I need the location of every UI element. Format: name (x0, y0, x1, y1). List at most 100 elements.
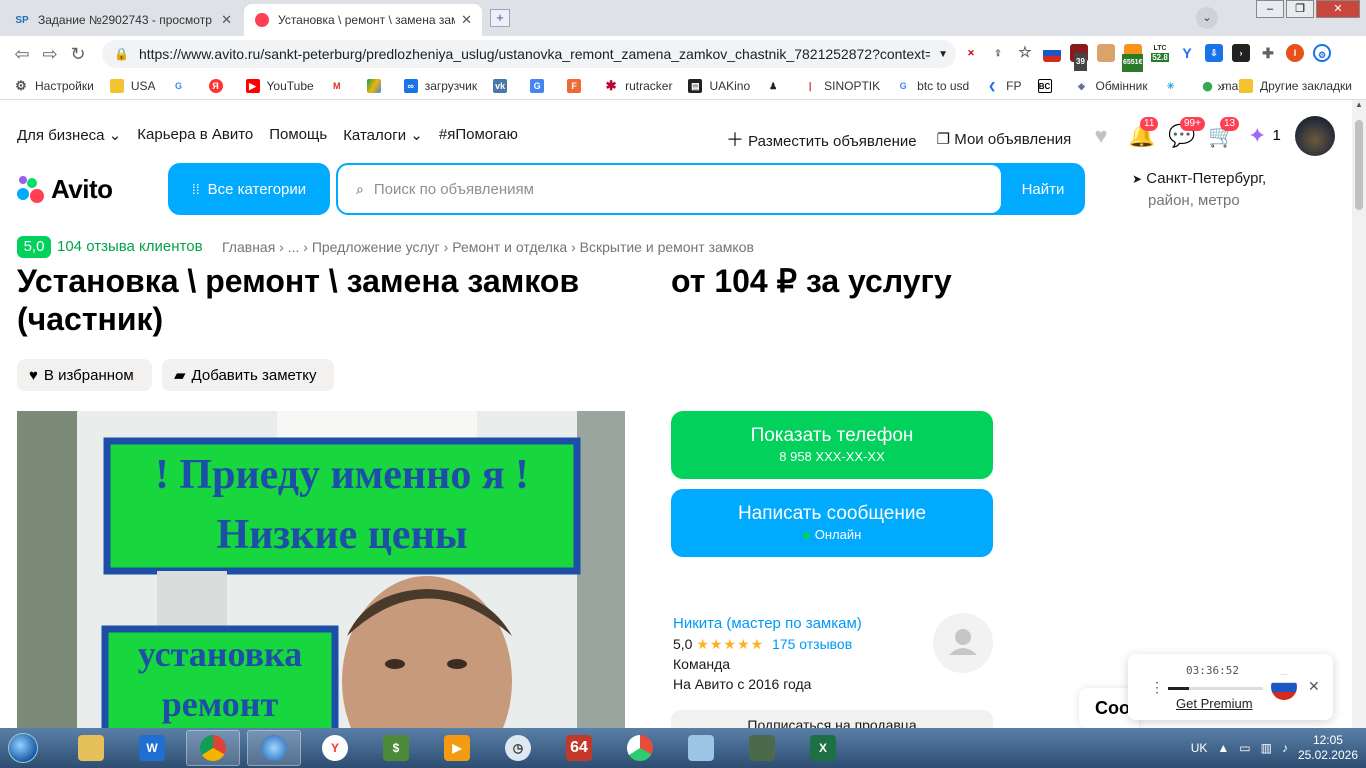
favorite-button[interactable]: ♥ В избранном (17, 359, 152, 391)
bookmark-youtube[interactable]: ▶ YouTube (245, 78, 314, 93)
user-avatar[interactable] (1294, 116, 1335, 156)
taskbar-notebook-app[interactable] (674, 730, 728, 766)
bookmark-uakino[interactable]: ▤ UAKino (688, 78, 750, 93)
y-extension-icon[interactable]: Y (1178, 44, 1196, 62)
search-button[interactable]: Найти (1001, 163, 1085, 215)
coins-icon[interactable]: ✦ 1 (1248, 123, 1281, 149)
seller-avatar[interactable] (933, 613, 993, 673)
avito-logo[interactable]: Avito (17, 174, 113, 205)
write-message-button[interactable]: Написать сообщение Онлайн (671, 489, 993, 557)
other-bookmarks[interactable]: Другие закладки (1260, 79, 1352, 93)
bookmark-yandex[interactable]: Я (208, 78, 230, 93)
listing-photo[interactable]: ! Приеду именно я ! Низкие цены установк… (17, 411, 625, 728)
battery-icon[interactable]: ▭ (1239, 741, 1250, 755)
breadcrumb[interactable]: Главная › ... › Предложение услуг › Ремо… (222, 239, 754, 255)
bookmark-f[interactable]: F (567, 78, 588, 93)
add-note-button[interactable]: ▰ Добавить заметку (162, 359, 334, 391)
language-indicator[interactable]: UK (1191, 741, 1208, 755)
share-icon[interactable]: ⇪ (989, 44, 1007, 62)
taskbar-umbrella-app[interactable] (613, 730, 667, 766)
nav-i-help[interactable]: #яПомогаю (439, 126, 518, 144)
nav-catalogs[interactable]: Каталоги ⌄ (343, 126, 423, 144)
profile-icon[interactable]: I (1286, 44, 1304, 62)
bookmarks-more-button[interactable]: » (1217, 78, 1225, 94)
taskbar-chrome[interactable] (186, 730, 240, 766)
search-input[interactable]: ⌕ Поиск по объявлениям (338, 165, 1001, 213)
forward-arrow-icon[interactable]: ⇨ (36, 44, 64, 65)
new-tab-button[interactable]: + (490, 9, 510, 27)
btc-extension-icon[interactable]: 6551€ (1122, 44, 1144, 72)
tray-expand-icon[interactable]: ▲ (1217, 741, 1229, 755)
bookmark-exchanger[interactable]: ◈ Обмінник (1075, 79, 1148, 93)
seller-reviews-link[interactable]: 175 отзывов (772, 636, 852, 652)
scroll-thumb[interactable] (1355, 120, 1363, 210)
show-phone-button[interactable]: Показать телефон 8 958 XXX-XX-XX (671, 411, 993, 479)
tab-close-icon[interactable]: ✕ (221, 12, 232, 28)
seller-name-link[interactable]: Никита (мастер по замкам) (673, 614, 862, 634)
taskbar-globe-app[interactable] (247, 730, 301, 766)
get-premium-link[interactable]: Get Premium (1176, 696, 1253, 711)
nav-career[interactable]: Карьера в Авито (137, 126, 253, 144)
location-selector[interactable]: ➤ Санкт-Петербург, район, метро (1132, 168, 1266, 212)
reviews-link[interactable]: 104 отзыва клиентов (57, 238, 203, 255)
all-categories-button[interactable]: ⁞⁞ Все категории (168, 163, 330, 215)
address-bar[interactable]: 🔒 https://www.avito.ru/sankt-peterburg/p… (102, 40, 956, 68)
russia-flag-icon[interactable] (1271, 674, 1297, 700)
bookmark-star-icon[interactable]: ☆ (1016, 44, 1034, 62)
close-window-button[interactable]: ✕ (1316, 0, 1360, 18)
bookmark-settings[interactable]: ⚙ Настройки (14, 78, 94, 93)
favorites-heart-icon[interactable]: ♥ (1088, 123, 1114, 149)
messages-icon[interactable]: 💬 99+ (1168, 117, 1205, 149)
reload-icon[interactable]: ↻ (64, 44, 92, 65)
taskbar-yandex[interactable]: Y (308, 730, 362, 766)
nav-help[interactable]: Помощь (269, 126, 327, 144)
terminal-extension-icon[interactable]: › (1232, 44, 1250, 62)
page-scrollbar[interactable]: ▲ (1352, 100, 1366, 728)
kebab-menu-icon[interactable]: ⋮ (1150, 679, 1164, 696)
taskbar-money-app[interactable]: $ (369, 730, 423, 766)
bookmark-star[interactable]: ✳ (1164, 79, 1185, 93)
blocked-popup-icon[interactable]: ✕ (962, 44, 980, 62)
close-icon[interactable]: ✕ (1308, 678, 1320, 695)
my-ads-link[interactable]: ❐ Мои объявления (937, 130, 1072, 148)
bookmark-rutracker[interactable]: ✱ rutracker (604, 78, 673, 93)
cart-icon[interactable]: 🛒 13 (1208, 117, 1240, 149)
taskbar-64-app[interactable]: 64 (552, 730, 606, 766)
taskbar-media-player[interactable]: ▶ (430, 730, 484, 766)
bookmark-person[interactable]: ♟ (766, 79, 787, 93)
ltc-extension-icon[interactable]: LTC 52.8 (1151, 44, 1169, 62)
tab-avito[interactable]: Установка \ ремонт \ замена зам ✕ (244, 4, 482, 36)
face-extension-icon[interactable] (1097, 44, 1115, 62)
download-icon[interactable]: ⇩ (1205, 44, 1223, 62)
volume-icon[interactable]: ♪ (1282, 741, 1288, 755)
bookmark-sinoptik[interactable]: ❘ SINOPTIK (803, 79, 880, 93)
mail-extension-icon[interactable]: 39 (1070, 44, 1088, 71)
start-button[interactable] (0, 728, 46, 768)
taskbar-monitor-app[interactable] (735, 730, 789, 766)
bookmark-translate[interactable]: G (530, 78, 551, 93)
network-icon[interactable]: ▥ (1261, 741, 1272, 755)
bookmark-usa[interactable]: USA (109, 78, 156, 93)
taskbar-excel[interactable]: X (796, 730, 850, 766)
settings-extension-icon[interactable]: ⚙ (1313, 44, 1331, 62)
minimize-button[interactable]: – (1256, 0, 1284, 18)
tab-zadanie[interactable]: SP Задание №2902743 - просмотр з ✕ (4, 4, 242, 36)
subscribe-seller-button[interactable]: Подписаться на продавца (671, 710, 993, 728)
tab-search-dropdown-icon[interactable]: ⌄ (1196, 7, 1218, 29)
tab-close-icon[interactable]: ✕ (461, 12, 472, 28)
bookmark-downloader[interactable]: ∞ загрузчик (403, 78, 477, 93)
bookmark-btc-usd[interactable]: Gbtc to usd (896, 79, 970, 93)
bookmark-bc[interactable]: BC (1037, 78, 1059, 93)
scroll-up-icon[interactable]: ▲ (1352, 100, 1366, 109)
back-arrow-icon[interactable]: ⇦ (8, 44, 36, 65)
url-dropdown-icon[interactable]: ▼ (938, 49, 948, 60)
bookmark-vk[interactable]: vk (493, 78, 514, 93)
notifications-bell-icon[interactable]: 🔔 11 (1128, 117, 1159, 149)
bookmark-fp[interactable]: ❮ FP (985, 79, 1021, 93)
bookmark-gmail[interactable]: M (330, 79, 351, 93)
taskbar-explorer[interactable] (64, 730, 118, 766)
clock[interactable]: 12:05 25.02.2026 (1298, 733, 1358, 763)
nav-business[interactable]: Для бизнеса ⌄ (17, 126, 121, 144)
restore-button[interactable]: ❐ (1286, 0, 1314, 18)
post-ad-link[interactable]: ＋ Разместить объявление (726, 126, 917, 152)
